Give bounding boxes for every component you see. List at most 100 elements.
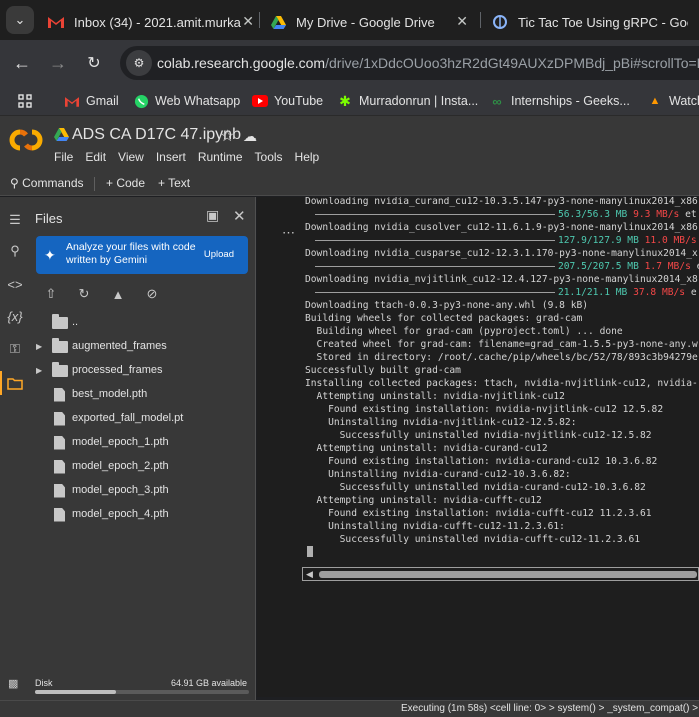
menu-insert[interactable]: Insert <box>156 150 186 164</box>
code-snippets-icon[interactable]: <> <box>6 275 24 293</box>
download-progress-bar <box>315 208 555 221</box>
address-bar[interactable]: ⚙ colab.research.google.com/drive/1xDdcO… <box>120 46 699 80</box>
tab-search-chevron-icon[interactable]: ⌄ <box>6 6 34 34</box>
file-icon <box>52 435 68 450</box>
terminal-icon[interactable]: ▩ <box>8 677 18 690</box>
refresh-icon[interactable]: ↻ <box>75 285 93 303</box>
tab-drive[interactable]: My Drive - Google Drive ✕ <box>270 4 468 40</box>
tab-gmail[interactable]: Inbox (34) - 2021.amit.murka ✕ <box>48 4 254 40</box>
output-line: Successfully built grad-cam <box>305 365 461 376</box>
search-icon: ⚲ <box>10 176 19 190</box>
output-line: Found existing installation: nvidia-cura… <box>305 456 658 467</box>
menu-runtime[interactable]: Runtime <box>198 150 243 164</box>
download-size: 21.1/21.1 MB <box>558 287 628 298</box>
expand-caret-icon[interactable]: ▶ <box>36 342 42 351</box>
output-line: Downloading nvidia_curand_cu12-10.3.5.14… <box>305 197 698 207</box>
folder-row[interactable]: .. <box>30 311 255 333</box>
bookmark-whatsapp[interactable]: Web Whatsapp <box>133 91 240 111</box>
stdin-cursor[interactable] <box>307 546 313 557</box>
menu-view[interactable]: View <box>118 150 144 164</box>
bookmark-label: Internships - Geeks... <box>511 94 630 108</box>
file-name: augmented_frames <box>72 340 167 352</box>
menu-help[interactable]: Help <box>295 150 320 164</box>
youtube-icon <box>252 93 268 109</box>
add-text-button[interactable]: + Text <box>158 176 190 190</box>
file-row[interactable]: model_epoch_2.pth <box>30 455 255 477</box>
whatsapp-icon <box>133 93 149 109</box>
url-text[interactable]: colab.research.google.com/drive/1xDdcOUo… <box>157 55 699 71</box>
site-info-icon[interactable]: ⚙ <box>126 50 152 76</box>
output-line: Stored in directory: /root/.cache/pip/wh… <box>305 352 698 363</box>
output-line: Downloading nvidia_cusparse_cu12-12.3.1.… <box>305 248 698 259</box>
back-arrow-icon[interactable]: ← <box>10 51 34 75</box>
bookmark-youtube[interactable]: YouTube <box>252 91 323 111</box>
output-line: Successfully uninstalled nvidia-cufft-cu… <box>305 534 641 545</box>
download-speed: 11.0 MB/s <box>644 235 697 246</box>
mount-drive-icon[interactable]: ▲ <box>109 285 127 303</box>
more-options-icon[interactable]: ⋯ <box>282 225 295 241</box>
close-tab-icon[interactable]: ✕ <box>242 13 254 30</box>
notebook-title[interactable]: ADS CA D17C 47.ipynb <box>72 126 241 144</box>
download-size: 56.3/56.3 MB <box>558 209 628 220</box>
colab-logo-icon[interactable] <box>8 128 44 152</box>
file-row[interactable]: best_model.pth <box>30 383 255 405</box>
open-in-tab-icon[interactable]: ▣ <box>206 207 219 224</box>
add-code-button[interactable]: + Code <box>106 176 145 190</box>
close-tab-icon[interactable]: ✕ <box>456 13 468 30</box>
close-icon[interactable]: ✕ <box>233 207 246 225</box>
files-panel-title: Files <box>35 211 63 226</box>
file-name: model_epoch_1.pth <box>72 436 169 448</box>
menu-file[interactable]: File <box>54 150 73 164</box>
cloud-sync-icon[interactable]: ☁ <box>243 128 257 145</box>
folder-row[interactable]: ▶ augmented_frames <box>30 335 255 357</box>
browser-tab-strip: ⌄ Inbox (34) - 2021.amit.murka ✕ My Driv… <box>0 0 699 40</box>
output-horizontal-scrollbar[interactable]: ◀ <box>302 567 699 581</box>
hide-files-icon[interactable]: ⊘ <box>143 285 161 303</box>
table-of-contents-icon[interactable]: ☰ <box>6 211 24 229</box>
find-icon[interactable]: ⚲ <box>6 242 24 260</box>
file-row[interactable]: exported_fall_model.pt <box>30 407 255 429</box>
file-name: model_epoch_3.pth <box>72 484 169 496</box>
bookmark-label: Gmail <box>86 94 119 108</box>
star-icon[interactable]: ☆ <box>220 126 234 146</box>
download-speed: 1.7 MB/s <box>644 261 691 272</box>
download-eta: e <box>691 261 699 272</box>
file-name: processed_frames <box>72 364 163 376</box>
menu-edit[interactable]: Edit <box>85 150 106 164</box>
file-name: best_model.pth <box>72 388 148 400</box>
file-row[interactable]: model_epoch_4.pth <box>30 503 255 525</box>
status-bar: Executing (1m 58s) <cell line: 0> > syst… <box>0 700 699 717</box>
file-row[interactable]: model_epoch_1.pth <box>30 431 255 453</box>
forward-arrow-icon[interactable]: → <box>46 51 70 75</box>
gemini-banner[interactable]: ✦ Analyze your files with code written b… <box>36 236 248 274</box>
menu-tools[interactable]: Tools <box>255 150 283 164</box>
download-progress-bar <box>315 260 555 273</box>
commands-button[interactable]: ⚲ Commands <box>10 176 84 190</box>
files-folder-icon[interactable] <box>6 374 24 392</box>
bookmarks-bar: Gmail Web Whatsapp YouTube ✱ Murradonrun… <box>0 86 699 116</box>
upload-file-icon[interactable]: ⇧ <box>42 285 60 303</box>
output-line: Uninstalling nvidia-nvjitlink-cu12-12.5.… <box>305 417 577 428</box>
secrets-key-icon[interactable]: ⚿ <box>6 340 24 358</box>
disk-usage-fill <box>35 690 117 694</box>
bookmark-instagram[interactable]: ✱ Murradonrun | Insta... <box>337 91 478 111</box>
file-icon <box>52 483 68 498</box>
tab-geeks[interactable]: Tic Tac Toe Using gRPC - Goo <box>492 4 698 40</box>
folder-row[interactable]: ▶ processed_frames <box>30 359 255 381</box>
file-row[interactable]: model_epoch_3.pth <box>30 479 255 501</box>
expand-caret-icon[interactable]: ▶ <box>36 366 42 375</box>
drive-icon[interactable] <box>54 128 69 142</box>
reload-icon[interactable]: ↻ <box>82 51 106 75</box>
bookmark-gmail[interactable]: Gmail <box>64 91 119 111</box>
bookmark-watch[interactable]: ▲ Watch <box>647 91 699 111</box>
upload-button[interactable]: Upload <box>204 249 234 260</box>
bookmark-geeks[interactable]: ∞ Internships - Geeks... <box>489 91 630 111</box>
scroll-left-icon[interactable]: ◀ <box>306 569 313 580</box>
apps-grid-icon[interactable] <box>18 91 32 111</box>
file-name: exported_fall_model.pt <box>72 412 184 424</box>
scrollbar-thumb[interactable] <box>319 571 697 578</box>
download-eta: et <box>679 209 697 220</box>
bookmark-label: Watch <box>669 94 699 108</box>
progress-track <box>315 240 555 241</box>
variables-icon[interactable]: {x} <box>6 307 24 325</box>
